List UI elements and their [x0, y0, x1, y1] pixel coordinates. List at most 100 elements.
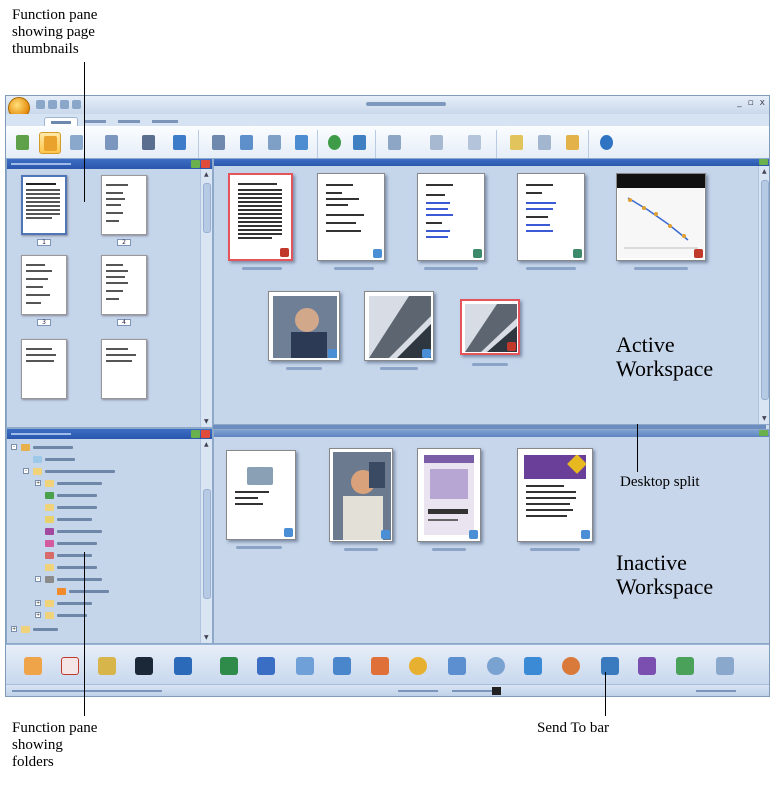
notepad-icon[interactable]: [296, 657, 314, 675]
photo-item[interactable]: [364, 291, 434, 361]
callout-active-workspace: Active Workspace: [616, 332, 714, 381]
pin-icon[interactable]: [759, 159, 768, 165]
scrollbar[interactable]: ▲ ▼: [200, 169, 212, 427]
ribbon-btn-11[interactable]: [324, 132, 346, 154]
ribbon-btn-15[interactable]: [464, 132, 486, 154]
ribbon-btn-pages[interactable]: [39, 132, 61, 154]
ribbon-btn-4[interactable]: [101, 132, 123, 154]
ribbon-btn-18[interactable]: [562, 132, 584, 154]
photoshop-icon[interactable]: [174, 657, 192, 675]
tree-folder[interactable]: [35, 551, 175, 560]
photo-item[interactable]: [460, 299, 520, 355]
tree-folder[interactable]: [35, 491, 175, 500]
callout-inactive-workspace: Inactive Workspace: [616, 550, 714, 599]
powerpoint-icon[interactable]: [371, 657, 389, 675]
photo-item[interactable]: [268, 291, 340, 361]
pdf-icon[interactable]: [61, 657, 79, 675]
tab-4[interactable]: [148, 117, 182, 126]
ribbon-btn-10[interactable]: [291, 132, 313, 154]
pin-icon[interactable]: [759, 430, 768, 436]
document-item[interactable]: [517, 173, 585, 261]
page-thumbnail[interactable]: [101, 255, 147, 315]
ribbon-btn-17[interactable]: [534, 132, 556, 154]
chart-document-item[interactable]: [616, 173, 706, 261]
tree-folder[interactable]: -: [35, 575, 175, 584]
excel-icon[interactable]: [220, 657, 238, 675]
document-item[interactable]: [417, 173, 485, 261]
paint-icon[interactable]: [98, 657, 116, 675]
callout-function-pane-folders: Function pane showing folders: [12, 720, 98, 770]
close-button[interactable]: x: [760, 98, 765, 108]
ribbon-btn-5[interactable]: [138, 132, 160, 154]
photo-viewer-icon[interactable]: [135, 657, 153, 675]
tree-folder[interactable]: [35, 539, 175, 548]
document-item[interactable]: [317, 173, 385, 261]
document-item[interactable]: [228, 173, 293, 261]
tree-folder[interactable]: [35, 503, 175, 512]
maximize-button[interactable]: ▫: [748, 98, 754, 108]
magnifier-icon[interactable]: [524, 657, 542, 675]
ribbon-btn-16[interactable]: [506, 132, 528, 154]
tree-folder[interactable]: [47, 587, 187, 596]
ribbon-btn-13[interactable]: [384, 132, 406, 154]
scan-icon[interactable]: [48, 100, 57, 109]
workspace-header: [214, 430, 769, 437]
scrollbar[interactable]: ▲ ▼: [200, 439, 212, 643]
print-icon[interactable]: [60, 100, 69, 109]
ribbon-btn-9[interactable]: [264, 132, 286, 154]
tree-folder[interactable]: [35, 563, 175, 572]
document-item[interactable]: [417, 448, 481, 542]
tree-folder[interactable]: -: [23, 467, 163, 476]
close-pane-icon[interactable]: [201, 160, 210, 168]
ribbon-btn-14[interactable]: [426, 132, 448, 154]
photo-item[interactable]: [329, 448, 393, 542]
tree-folder[interactable]: [35, 515, 175, 524]
file-type-icon: [422, 349, 431, 358]
tree-folder[interactable]: [23, 455, 163, 464]
page-number: 2: [117, 239, 131, 246]
save-icon[interactable]: [36, 100, 45, 109]
sharepoint-icon[interactable]: [601, 657, 619, 675]
ribbon-btn-1[interactable]: [12, 132, 34, 154]
word-icon[interactable]: [257, 657, 275, 675]
recycle-icon[interactable]: [676, 657, 694, 675]
file-type-icon: [694, 249, 703, 258]
publisher-icon[interactable]: [333, 657, 351, 675]
page-thumbnail[interactable]: [21, 175, 67, 235]
tree-folder[interactable]: +: [35, 479, 175, 488]
page-thumbnail[interactable]: [101, 175, 147, 235]
printer-icon[interactable]: [716, 657, 734, 675]
tree-folder[interactable]: +: [35, 611, 175, 620]
undo-icon[interactable]: [72, 100, 81, 109]
tab-3[interactable]: [114, 117, 144, 126]
minimize-button[interactable]: _: [737, 98, 742, 108]
tab-home[interactable]: [44, 117, 78, 126]
zoom-slider[interactable]: [492, 687, 501, 695]
ribbon-btn-6[interactable]: [169, 132, 191, 154]
ribbon-btn-8[interactable]: [236, 132, 258, 154]
ribbon-btn-7[interactable]: [208, 132, 230, 154]
pin-icon[interactable]: [191, 160, 200, 168]
close-pane-icon[interactable]: [201, 430, 210, 438]
pin-icon[interactable]: [191, 430, 200, 438]
scrollbar[interactable]: ▲ ▼: [758, 166, 769, 424]
ribbon-btn-19[interactable]: [596, 132, 618, 154]
tree-folder[interactable]: +: [35, 599, 175, 608]
ribbon-btn-12[interactable]: [349, 132, 371, 154]
image-editor-icon[interactable]: [24, 657, 42, 675]
document-item[interactable]: [517, 448, 593, 542]
tree-root[interactable]: -: [11, 443, 151, 452]
page-thumbnail[interactable]: [101, 339, 147, 399]
function-pane-folders: - - + - + + + ▲ ▼: [6, 428, 213, 644]
tree-folder[interactable]: +: [11, 625, 151, 634]
gallery-icon[interactable]: [562, 657, 580, 675]
paint-palette-icon[interactable]: [409, 657, 427, 675]
document-item[interactable]: [226, 450, 296, 540]
tree-folder[interactable]: [35, 527, 175, 536]
scan-icon[interactable]: [487, 657, 505, 675]
page-thumbnail[interactable]: [21, 339, 67, 399]
file-type-icon: [284, 528, 293, 537]
page-thumbnail[interactable]: [21, 255, 67, 315]
chart-icon[interactable]: [638, 657, 656, 675]
ocr-icon[interactable]: [448, 657, 466, 675]
